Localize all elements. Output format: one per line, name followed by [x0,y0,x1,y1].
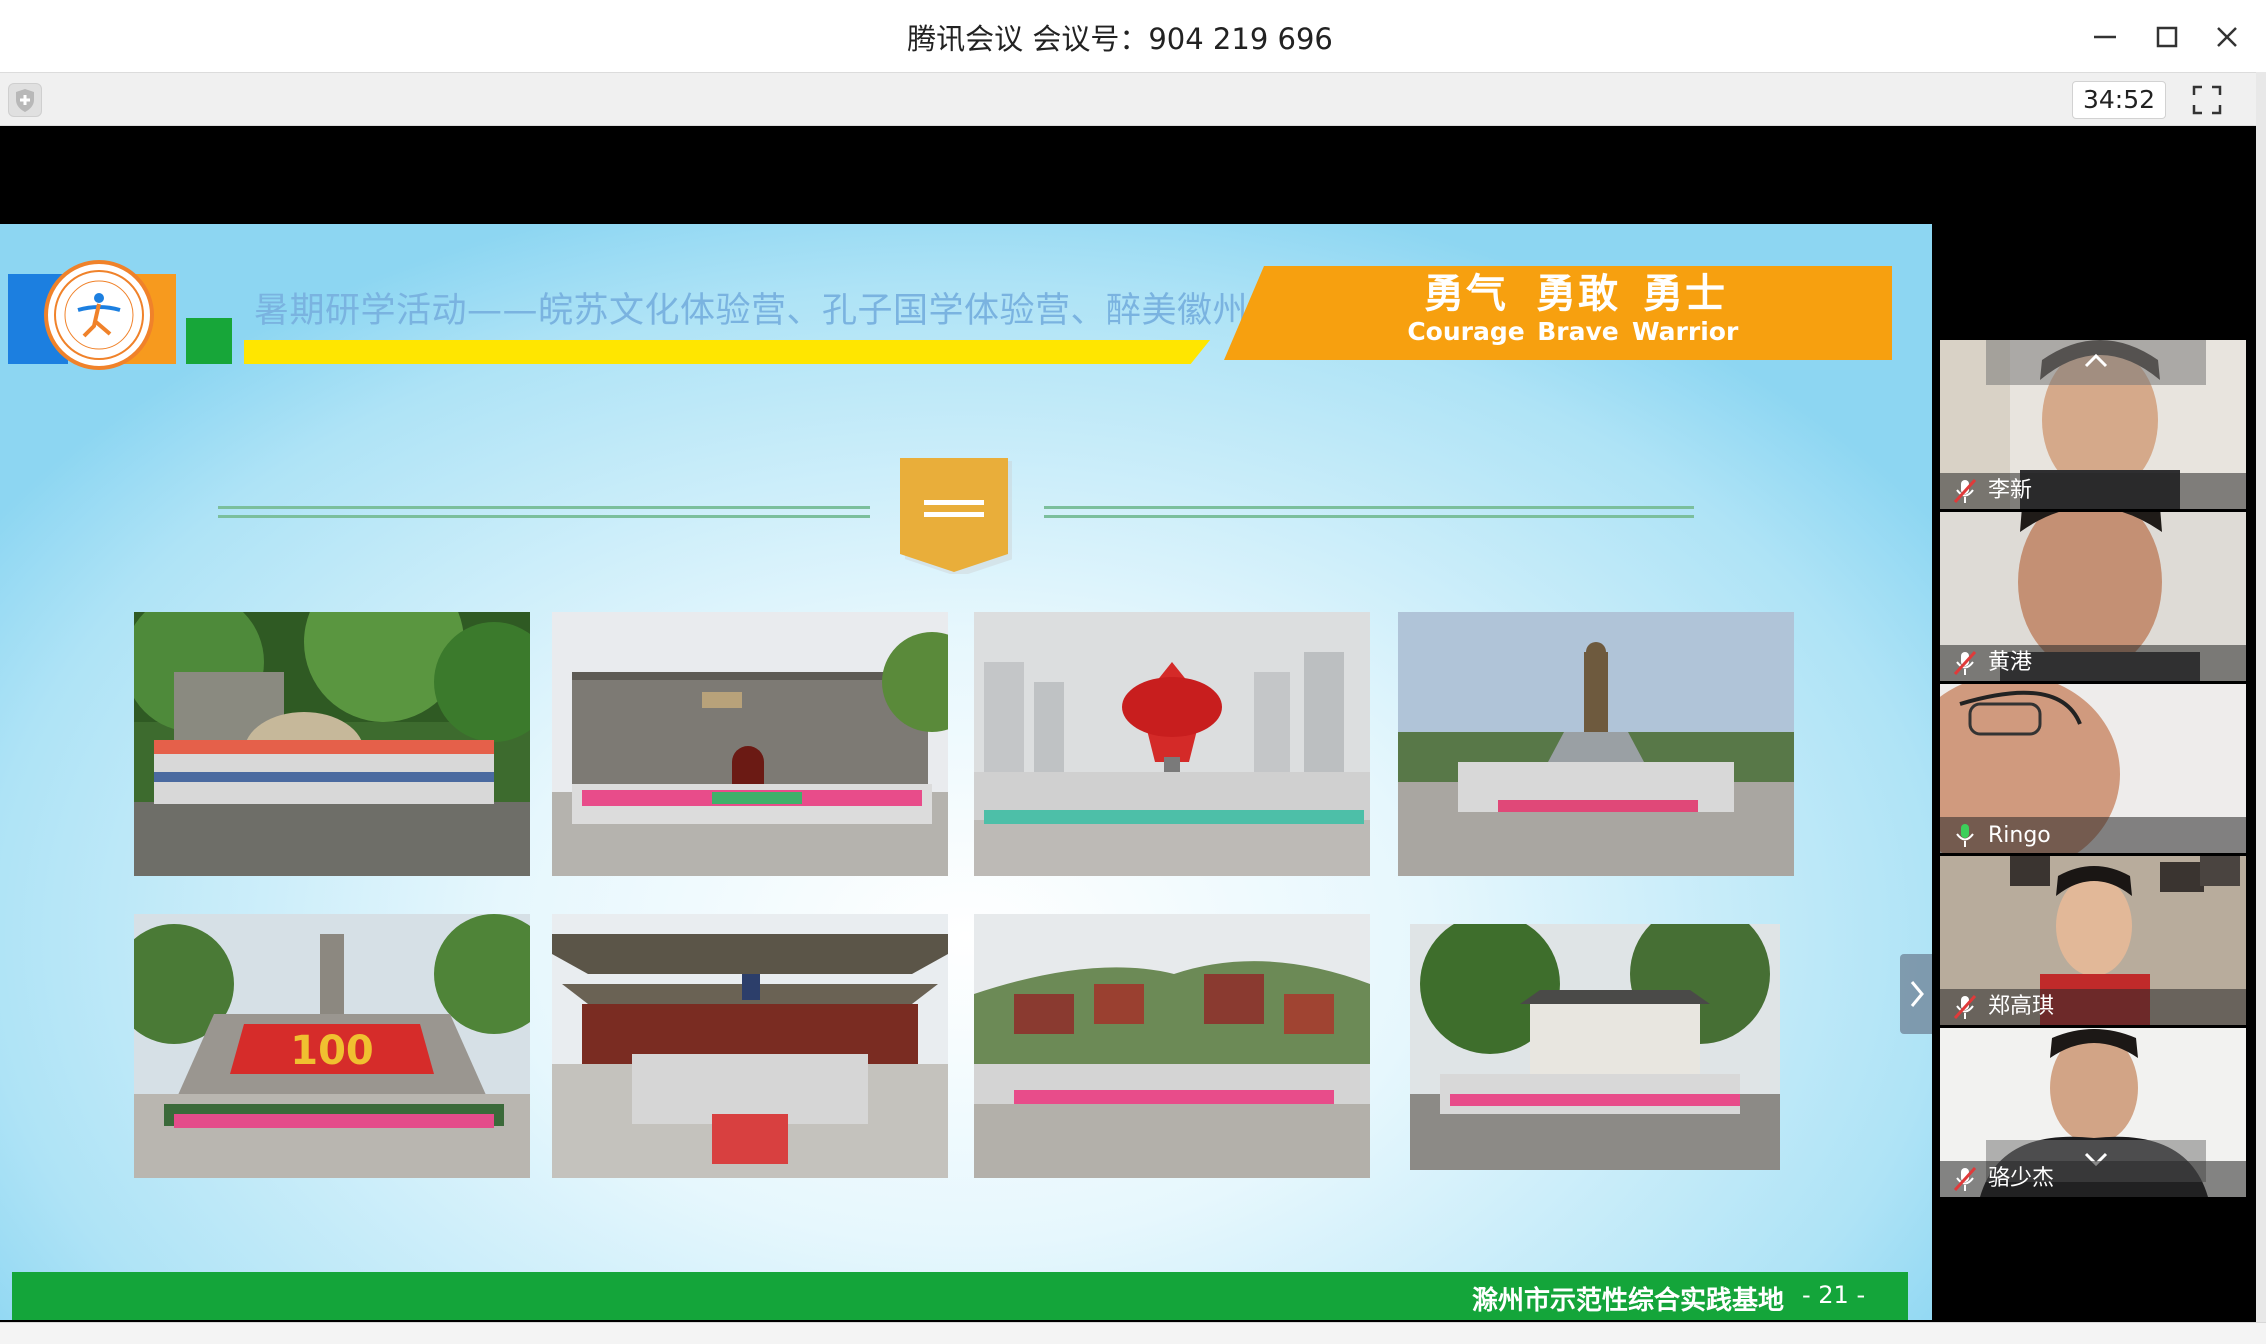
participant-name: 郑高琪 [1988,994,2055,1019]
motto-en: Warrior [1632,317,1739,346]
participant-namebar: 李新 [1940,473,2246,509]
participant-tile[interactable]: 骆少杰 [1940,1028,2246,1197]
minimize-icon[interactable] [2082,14,2128,60]
motto-en: Courage [1407,317,1525,346]
motto-en: Brave [1537,317,1619,346]
group-photo-forest-rock [134,612,530,876]
bookmark-ribbon-icon [900,458,1013,577]
participants-panel: 李新 黄港 Ringo 郑高琪 骆少杰 [1940,340,2246,1200]
meeting-window: 腾讯会议 会议号：904 219 696 34:52 暑期研学活动——皖苏文化体… [0,0,2266,1344]
participant-namebar: 黄港 [1940,645,2246,681]
svg-text:100: 100 [290,1028,374,1074]
group-photo-temple-hall [552,914,948,1178]
chevron-right-icon[interactable] [1900,954,1932,1034]
shield-icon[interactable] [8,83,42,117]
participant-tile[interactable]: 黄港 [1940,512,2246,681]
motto-cn: 勇敢 [1536,271,1620,317]
title-bar: 腾讯会议 会议号：904 219 696 [0,0,2266,72]
participant-name: 李新 [1988,478,2033,503]
mic-muted-icon [1952,477,1978,505]
slide-footer-bar: 滁州市示范性综合实践基地 - 21 - [12,1272,1908,1320]
meeting-timer: 34:52 [2072,81,2166,119]
window-bottom-strip [0,1322,2266,1344]
participant-namebar: 郑高琪 [1940,989,2246,1025]
window-title: 腾讯会议 会议号：904 219 696 [907,22,1333,56]
slide-header-text: 暑期研学活动——皖苏文化体验营、孔子国学体验营、醉美徽州自然行 [254,291,1355,331]
right-divider-line [1044,506,1694,518]
close-icon[interactable] [2204,14,2250,60]
participant-namebar: 骆少杰 [1940,1161,2246,1197]
group-photo-hillside-town [974,914,1370,1178]
chevron-up-icon[interactable] [1986,340,2206,385]
participant-tile[interactable]: Ringo [1940,684,2246,853]
mic-icon [1952,821,1978,849]
header-yellow-bar [244,340,1210,364]
group-photo-city-wall [552,612,948,876]
group-photo-confucius-statue [1398,612,1794,876]
window-right-edge [2256,72,2266,1344]
slide-page-number: - 21 - [1802,1281,1866,1309]
participant-tile[interactable]: 郑高琪 [1940,856,2246,1025]
motto-courage: 勇气 Courage [1406,272,1526,348]
fullscreen-icon[interactable] [2188,81,2226,119]
green-accent-square [186,318,232,364]
school-logo [44,260,154,370]
motto-cn: 勇气 [1424,271,1508,317]
group-photo-red-sculpture [974,612,1370,876]
participant-tile[interactable]: 李新 [1940,340,2246,509]
footer-organization: 滁州市示范性综合实践基地 [1472,1286,1785,1316]
participant-name: 黄港 [1988,650,2033,675]
motto-cn: 勇士 [1643,271,1727,317]
mic-muted-icon [1952,993,1978,1021]
mic-muted-icon [1952,1165,1978,1193]
maximize-icon[interactable] [2144,14,2190,60]
participant-name: Ringo [1988,823,2051,848]
meeting-toolbar: 34:52 [0,72,2266,126]
screen-share-area: 暑期研学活动——皖苏文化体验营、孔子国学体验营、醉美徽州自然行 勇气 Coura… [0,126,2256,1322]
motto-warrior: 勇士 Warrior [1632,272,1738,348]
participant-name: 骆少杰 [1988,1166,2055,1191]
group-photo-old-building [1410,924,1780,1170]
participant-namebar: Ringo [1940,817,2246,853]
motto-brave: 勇敢 Brave [1528,272,1628,348]
presentation-slide: 暑期研学活动——皖苏文化体验营、孔子国学体验营、醉美徽州自然行 勇气 Coura… [0,224,1932,1320]
mic-muted-icon [1952,649,1978,677]
left-divider-line [218,506,870,518]
group-photo-monument-stairs: 100 [134,914,530,1178]
